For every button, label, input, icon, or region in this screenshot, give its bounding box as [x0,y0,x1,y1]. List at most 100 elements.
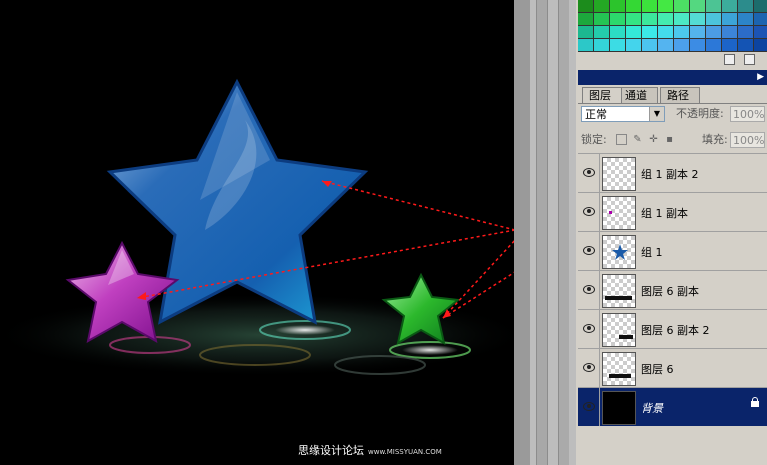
swatch-21[interactable] [722,13,737,25]
delete-swatch-icon[interactable] [744,54,755,65]
visibility-toggle[interactable] [579,271,600,309]
swatch-19[interactable] [690,13,705,25]
swatch-30[interactable] [674,26,689,38]
eye-icon [583,324,595,333]
lock-brush-icon[interactable]: ✎ [632,134,643,145]
layer-thumbnail [602,274,636,308]
layer-row[interactable]: 图层 6 副本 [578,270,767,309]
eye-icon [583,285,595,294]
eye-icon [583,246,595,255]
swatch-20[interactable] [706,13,721,25]
swatch-39[interactable] [626,39,641,51]
fill-label: 填充: [702,133,728,146]
watermark-url: www.MISSYUAN.COM [368,448,442,456]
visibility-toggle[interactable] [579,349,600,387]
swatch-32[interactable] [706,26,721,38]
layer-name: 图层 6 [641,363,674,376]
swatch-45[interactable] [722,39,737,51]
blend-mode-select[interactable]: 正常 ▼ [581,106,665,122]
lock-move-icon[interactable]: ✛ [648,134,659,145]
swatch-6[interactable] [674,0,689,12]
watermark-text: 思缘设计论坛 [298,444,364,457]
lock-icon [751,397,759,407]
visibility-toggle[interactable] [579,310,600,348]
panel-menu-arrow-icon[interactable]: ▶ [757,72,764,82]
document-canvas[interactable]: 思缘设计论坛 www.MISSYUAN.COM [0,0,514,465]
swatch-8[interactable] [706,0,721,12]
layer-thumbnail [602,235,636,269]
tab-channels[interactable]: 通道 [618,87,658,103]
swatch-13[interactable] [594,13,609,25]
eye-icon [583,402,595,411]
swatch-33[interactable] [722,26,737,38]
swatch-1[interactable] [594,0,609,12]
swatch-26[interactable] [610,26,625,38]
layer-row-selected[interactable]: 背景 [578,387,767,426]
swatch-35[interactable] [754,26,767,38]
swatch-15[interactable] [626,13,641,25]
swatches-toolbar [578,52,767,66]
new-swatch-icon[interactable] [724,54,735,65]
workspace-gutter [514,0,576,465]
layers-list: 组 1 副本 2 组 1 副本 组 1 图层 6 副本 图层 6 副本 2 图层… [578,153,767,465]
opacity-field[interactable]: 100% [730,106,765,122]
swatch-12[interactable] [578,13,593,25]
swatch-0[interactable] [578,0,593,12]
swatch-5[interactable] [658,0,673,12]
swatch-34[interactable] [738,26,753,38]
swatch-18[interactable] [674,13,689,25]
swatch-29[interactable] [658,26,673,38]
swatch-11[interactable] [754,0,767,12]
swatch-43[interactable] [690,39,705,51]
swatch-41[interactable] [658,39,673,51]
layer-row[interactable]: 组 1 [578,231,767,270]
visibility-toggle[interactable] [579,154,600,192]
swatch-16[interactable] [642,13,657,25]
photoshop-panels: ▶ 图层 通道 路径 正常 ▼ 不透明度: 100% 锁定: ✎ ✛ ▪ 填充:… [576,0,767,465]
swatch-24[interactable] [578,26,593,38]
swatch-4[interactable] [642,0,657,12]
swatch-36[interactable] [578,39,593,51]
layer-name: 背景 [641,402,663,415]
swatch-22[interactable] [738,13,753,25]
swatch-44[interactable] [706,39,721,51]
swatch-37[interactable] [594,39,609,51]
fill-field[interactable]: 100% [730,132,765,148]
lock-all-icon[interactable]: ▪ [664,134,675,145]
lock-transparency-icon[interactable] [616,134,627,145]
layer-thumbnail [602,313,636,347]
swatch-28[interactable] [642,26,657,38]
swatch-14[interactable] [610,13,625,25]
layer-thumbnail [602,196,636,230]
swatch-10[interactable] [738,0,753,12]
layer-row[interactable]: 图层 6 副本 2 [578,309,767,348]
swatch-2[interactable] [610,0,625,12]
swatch-42[interactable] [674,39,689,51]
swatch-47[interactable] [754,39,767,51]
dropdown-arrow-icon[interactable]: ▼ [649,107,664,121]
layer-name: 组 1 [641,246,663,259]
layer-row[interactable]: 组 1 副本 [578,192,767,231]
blend-row: 正常 ▼ 不透明度: 100% [578,104,767,126]
visibility-toggle[interactable] [579,193,600,231]
swatch-46[interactable] [738,39,753,51]
visibility-toggle[interactable] [579,388,600,426]
swatch-17[interactable] [658,13,673,25]
layers-panel-titlebar[interactable]: ▶ [578,70,767,85]
swatch-40[interactable] [642,39,657,51]
swatch-7[interactable] [690,0,705,12]
visibility-toggle[interactable] [579,232,600,270]
swatches-grid[interactable] [578,0,767,52]
swatch-9[interactable] [722,0,737,12]
swatch-3[interactable] [626,0,641,12]
swatch-23[interactable] [754,13,767,25]
swatch-31[interactable] [690,26,705,38]
swatch-25[interactable] [594,26,609,38]
layer-row[interactable]: 图层 6 [578,348,767,387]
layer-row[interactable]: 组 1 副本 2 [578,153,767,192]
layer-name: 组 1 副本 [641,207,688,220]
tab-layers[interactable]: 图层 [582,87,622,103]
tab-paths[interactable]: 路径 [660,87,700,103]
swatch-38[interactable] [610,39,625,51]
swatch-27[interactable] [626,26,641,38]
